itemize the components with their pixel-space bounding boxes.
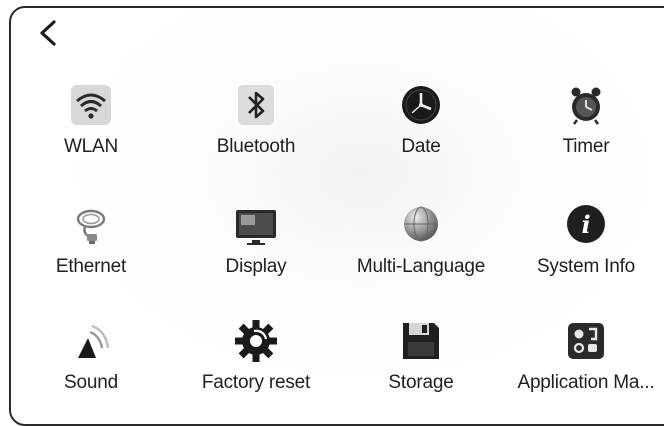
tile-label: Storage [388, 372, 454, 393]
tile-wlan[interactable]: WLAN [16, 82, 166, 182]
tile-label: Date [401, 136, 441, 157]
tile-application-manager[interactable]: Application Ma... [511, 318, 661, 418]
tile-label: System Info [536, 256, 636, 277]
tile-ethernet[interactable]: Ethernet [16, 202, 166, 302]
tile-factory-reset[interactable]: Factory reset [181, 318, 331, 418]
tile-bluetooth[interactable]: Bluetooth [181, 82, 331, 182]
tile-date[interactable]: Date [346, 82, 496, 182]
info-icon: i [567, 205, 605, 243]
clock-icon [402, 86, 440, 124]
tile-label: Sound [64, 372, 118, 393]
tile-label: Bluetooth [216, 136, 296, 157]
gear-icon [235, 320, 277, 362]
tile-sound[interactable]: Sound [16, 318, 166, 418]
speaker-icon [78, 324, 110, 358]
app-manager-icon [568, 323, 604, 359]
settings-grid: WLAN Bluetooth Date Timer Ethernet Displ… [0, 0, 664, 394]
tile-system-info[interactable]: i System Info [511, 202, 661, 302]
monitor-icon [236, 210, 276, 245]
ethernet-cable-icon [76, 209, 106, 244]
tile-label: Application Ma... [517, 372, 655, 393]
alarm-clock-icon [571, 87, 601, 125]
tile-storage[interactable]: Storage [346, 318, 496, 418]
svg-text:i: i [581, 210, 590, 239]
tile-timer[interactable]: Timer [511, 82, 661, 182]
globe-icon [404, 206, 438, 242]
tile-multi-language[interactable]: Multi-Language [346, 202, 496, 302]
tile-label: Timer [562, 136, 610, 157]
tile-label: Factory reset [201, 372, 311, 393]
bluetooth-icon [238, 85, 274, 125]
tile-label: Display [225, 256, 287, 277]
tile-label: Multi-Language [356, 256, 486, 277]
tile-label: Ethernet [55, 256, 127, 277]
wifi-icon [71, 85, 111, 125]
floppy-disk-icon [403, 323, 439, 359]
tile-display[interactable]: Display [181, 202, 331, 302]
tile-label: WLAN [63, 136, 119, 157]
